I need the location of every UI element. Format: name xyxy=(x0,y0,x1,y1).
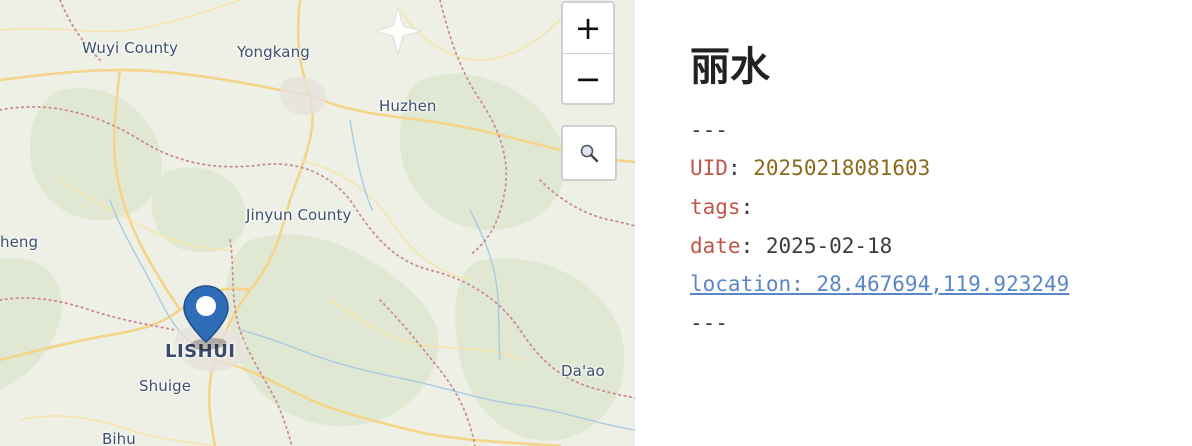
place-label: Da'ao xyxy=(561,362,605,380)
zoom-control: + − xyxy=(561,1,615,105)
place-label: Huzhen xyxy=(379,97,437,115)
frontmatter-location: location: 28.467694,119.923249 xyxy=(690,272,1069,296)
zoom-out-button[interactable]: − xyxy=(563,54,613,104)
date-value: 2025-02-18 xyxy=(765,234,893,258)
place-label: Jinyun County xyxy=(246,206,352,224)
tags-colon: : xyxy=(740,195,754,219)
frontmatter-separator-top: --- xyxy=(690,118,728,142)
uid-key: UID xyxy=(690,156,728,180)
note-title: 丽水 xyxy=(690,44,770,90)
zoom-in-button[interactable]: + xyxy=(563,3,613,54)
frontmatter-uid: UID: 20250218081603 xyxy=(690,156,930,180)
tags-key: tags xyxy=(690,195,741,219)
note-panel: 丽水 --- UID: 20250218081603 tags: date: 2… xyxy=(635,0,1192,446)
map-search-button[interactable] xyxy=(561,125,617,181)
frontmatter-tags: tags: xyxy=(690,195,753,219)
uid-value: 20250218081603 xyxy=(753,156,931,180)
map-view[interactable]: Wuyi County Yongkang Huzhen Jinyun Count… xyxy=(0,0,635,446)
place-label: Bihu xyxy=(102,430,136,446)
frontmatter-date: date: 2025-02-18 xyxy=(690,234,892,258)
location-link[interactable]: location: 28.467694,119.923249 xyxy=(690,272,1069,296)
place-label: Wuyi County xyxy=(82,39,179,57)
frontmatter-separator-bottom: --- xyxy=(690,311,728,335)
place-label: heng xyxy=(0,233,39,251)
place-label: Yongkang xyxy=(237,43,310,61)
search-icon xyxy=(580,144,599,163)
map-pin-icon[interactable] xyxy=(182,284,234,364)
place-label: Shuige xyxy=(139,377,192,395)
date-key: date xyxy=(690,234,741,258)
date-colon: : xyxy=(740,234,754,258)
uid-colon: : xyxy=(727,156,741,180)
